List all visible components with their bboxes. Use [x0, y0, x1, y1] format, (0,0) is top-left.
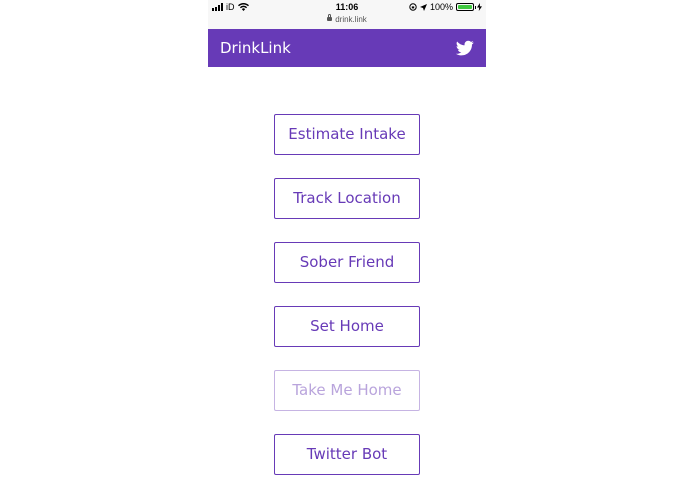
twitter-bot-button[interactable]: Twitter Bot [274, 434, 420, 475]
sober-friend-button[interactable]: Sober Friend [274, 242, 420, 283]
battery-percent: 100% [429, 2, 453, 12]
twitter-link[interactable] [455, 39, 474, 57]
charging-icon [477, 3, 482, 11]
set-home-button[interactable]: Set Home [274, 306, 420, 347]
track-location-button[interactable]: Track Location [274, 178, 420, 219]
action-button-list: Estimate Intake Track Location Sober Fri… [208, 114, 486, 498]
take-me-home-button[interactable]: Take Me Home [274, 370, 420, 411]
brand-logo[interactable]: DrinkLink [220, 39, 291, 57]
twitter-icon [455, 40, 474, 56]
url-bar[interactable]: drink.link [208, 14, 486, 24]
lock-icon [327, 14, 333, 21]
app-navbar: DrinkLink [208, 29, 486, 67]
orientation-lock-icon [409, 3, 417, 11]
estimate-intake-button[interactable]: Estimate Intake [274, 114, 420, 155]
battery-icon [456, 3, 476, 11]
status-right: 100% [409, 2, 482, 12]
url-text: drink.link [335, 15, 367, 24]
phone-screen: iD 11:06 drink.link 100% DrinkLink Estim… [208, 0, 486, 494]
status-bar: iD 11:06 drink.link 100% [208, 0, 486, 29]
battery-fill [458, 5, 472, 9]
location-icon [419, 3, 427, 11]
